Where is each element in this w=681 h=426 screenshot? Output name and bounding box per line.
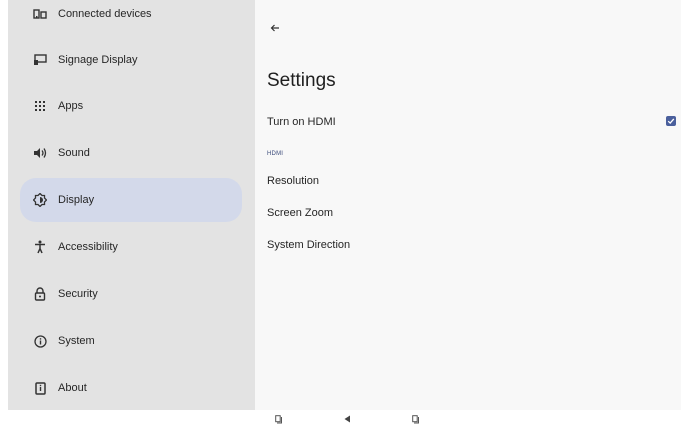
- sidebar-item-label: System: [58, 335, 95, 347]
- sound-icon: [32, 145, 48, 161]
- lock-icon: [32, 286, 48, 302]
- back-triangle-icon: [344, 415, 350, 423]
- sidebar-item-connected-devices[interactable]: Connected devices: [20, 0, 242, 36]
- screen-zoom-pref[interactable]: Screen Zoom: [267, 207, 333, 219]
- sidebar-item-system[interactable]: System: [20, 319, 242, 363]
- category-header-hdmi: HDMI: [267, 151, 284, 157]
- display-icon: [32, 192, 48, 208]
- sidebar-item-label: Accessibility: [58, 241, 118, 253]
- system-navigation-bar: [0, 410, 681, 426]
- sidebar: Connected devices Signage Display Apps S…: [8, 0, 255, 410]
- sidebar-item-display[interactable]: Display: [20, 178, 242, 222]
- back-button[interactable]: [265, 18, 285, 38]
- sidebar-item-label: Security: [58, 288, 98, 300]
- sidebar-item-accessibility[interactable]: Accessibility: [20, 225, 242, 269]
- connected-devices-icon: [32, 6, 48, 22]
- recents-icon: [275, 415, 282, 424]
- home-icon: [412, 415, 419, 424]
- accessibility-icon: [32, 239, 48, 255]
- back-nav-button[interactable]: [341, 415, 353, 426]
- signage-display-icon: [32, 52, 48, 68]
- sidebar-item-label: About: [58, 382, 87, 394]
- sidebar-item-security[interactable]: Security: [20, 272, 242, 316]
- apps-icon: [32, 98, 48, 114]
- about-icon: [32, 380, 48, 396]
- sidebar-item-sound[interactable]: Sound: [20, 131, 242, 175]
- page-title: Settings: [267, 70, 336, 91]
- home-button[interactable]: [410, 415, 422, 426]
- back-arrow-icon: [270, 24, 279, 32]
- check-icon: [667, 118, 675, 125]
- content-pane: Settings Turn on HDMI HDMI Resolution Sc…: [255, 0, 681, 410]
- hdmi-checkbox[interactable]: [666, 116, 676, 126]
- turn-on-hdmi-pref[interactable]: Turn on HDMI: [267, 116, 336, 128]
- sidebar-item-apps[interactable]: Apps: [20, 84, 242, 128]
- sidebar-item-label: Apps: [58, 100, 84, 112]
- sidebar-item-label: Sound: [58, 147, 90, 159]
- sidebar-item-label: Connected devices: [58, 8, 152, 20]
- sidebar-item-about[interactable]: About: [20, 366, 242, 410]
- recents-button[interactable]: [273, 415, 285, 426]
- sidebar-item-label: Signage Display: [58, 54, 138, 66]
- info-icon: [32, 333, 48, 349]
- settings-app: Connected devices Signage Display Apps S…: [8, 0, 681, 410]
- resolution-pref[interactable]: Resolution: [267, 175, 319, 187]
- sidebar-item-signage-display[interactable]: Signage Display: [20, 38, 242, 82]
- system-direction-pref[interactable]: System Direction: [267, 239, 350, 251]
- sidebar-item-label: Display: [58, 194, 95, 206]
